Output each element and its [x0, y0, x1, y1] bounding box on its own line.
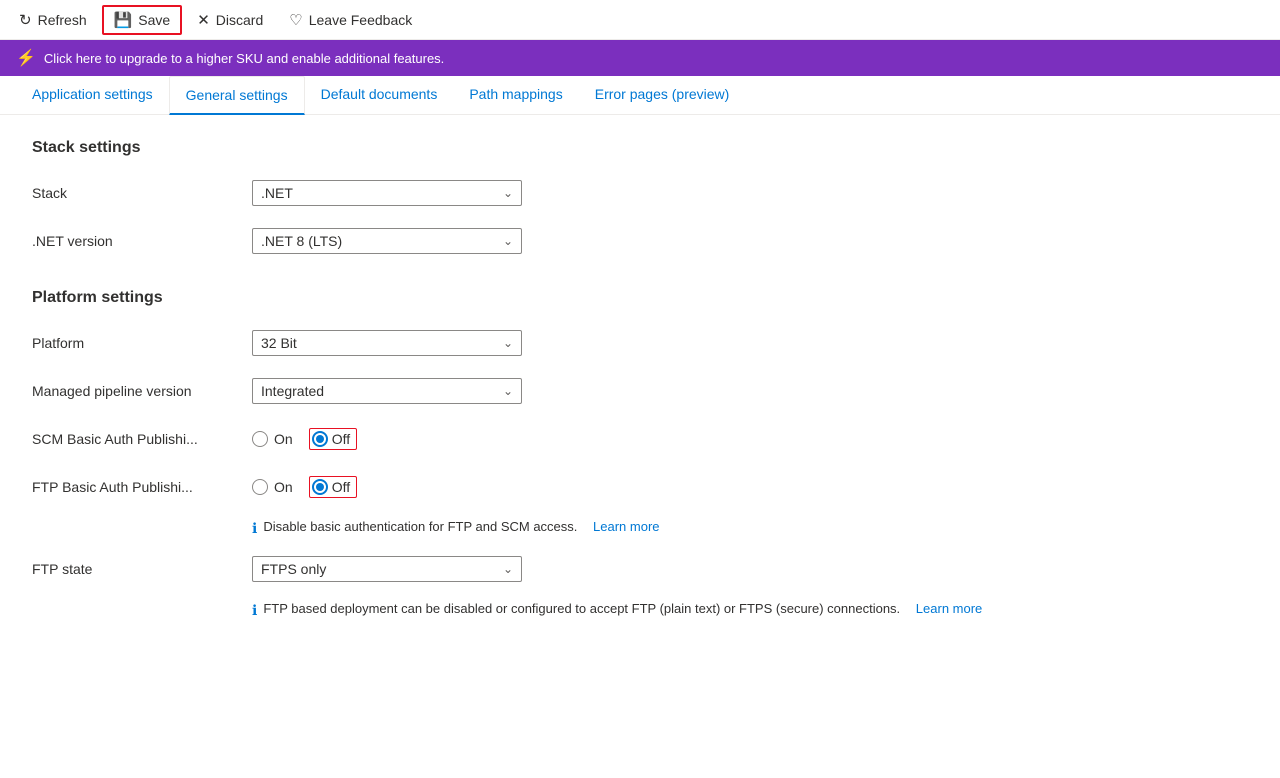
net-version-row: .NET version .NET 8 (LTS) ⌄ [32, 225, 1008, 257]
ftp-basic-auth-radio-group: On Off [252, 476, 357, 498]
platform-select[interactable]: 32 Bit ⌄ [252, 330, 522, 356]
tab-error-pages[interactable]: Error pages (preview) [579, 76, 746, 114]
scm-basic-auth-radio-group: On Off [252, 428, 357, 450]
info-icon: ℹ [252, 520, 257, 537]
ftp-learn-more-link[interactable]: Learn more [593, 519, 659, 534]
tab-default-documents[interactable]: Default documents [305, 76, 454, 114]
ftp-off-radio[interactable]: Off [309, 476, 357, 498]
save-icon: 💾 [114, 11, 133, 29]
net-version-control: .NET 8 (LTS) ⌄ [252, 228, 532, 254]
managed-pipeline-select[interactable]: Integrated ⌄ [252, 378, 522, 404]
ftp-state-row: FTP state FTPS only ⌄ [32, 553, 1008, 585]
managed-pipeline-row: Managed pipeline version Integrated ⌄ [32, 375, 1008, 407]
upgrade-banner[interactable]: ⚡ Click here to upgrade to a higher SKU … [0, 40, 1280, 76]
managed-pipeline-value: Integrated [261, 383, 324, 399]
save-button[interactable]: 💾 Save [102, 5, 183, 35]
scm-off-radio-input[interactable] [312, 431, 328, 447]
ftp-info-text: Disable basic authentication for FTP and… [263, 519, 577, 534]
ftp-state-control: FTPS only ⌄ [252, 556, 532, 582]
platform-settings-section: Platform settings Platform 32 Bit ⌄ Mana… [32, 289, 1008, 619]
save-label: Save [138, 12, 170, 28]
refresh-icon: ↻ [19, 11, 32, 29]
main-content: Stack settings Stack .NET ⌄ .NET version… [0, 115, 1040, 675]
chevron-down-icon: ⌄ [503, 336, 513, 350]
refresh-button[interactable]: ↻ Refresh [8, 6, 98, 34]
ftp-state-info-text: FTP based deployment can be disabled or … [263, 601, 900, 616]
ftp-on-label: On [274, 479, 293, 495]
tab-general-settings[interactable]: General settings [169, 76, 305, 115]
chevron-down-icon: ⌄ [503, 234, 513, 248]
scm-off-label: Off [332, 431, 350, 447]
tab-navigation: Application settings General settings De… [0, 76, 1280, 115]
scm-basic-auth-label: SCM Basic Auth Publishi... [32, 431, 252, 447]
ftp-state-learn-more-link[interactable]: Learn more [916, 601, 982, 616]
scm-on-radio[interactable]: On [252, 431, 293, 447]
banner-text: Click here to upgrade to a higher SKU an… [44, 51, 444, 66]
stack-select[interactable]: .NET ⌄ [252, 180, 522, 206]
ftp-off-radio-wrapper: Off [309, 476, 357, 498]
stack-control: .NET ⌄ [252, 180, 532, 206]
ftp-basic-auth-row: FTP Basic Auth Publishi... On Off [32, 471, 1008, 503]
managed-pipeline-label: Managed pipeline version [32, 383, 252, 399]
platform-label: Platform [32, 335, 252, 351]
platform-settings-header: Platform settings [32, 289, 1008, 307]
net-version-value: .NET 8 (LTS) [261, 233, 342, 249]
ftp-off-radio-input[interactable] [312, 479, 328, 495]
lightning-icon: ⚡ [16, 48, 36, 68]
ftp-on-radio[interactable]: On [252, 479, 293, 495]
ftp-info-row: ℹ Disable basic authentication for FTP a… [252, 519, 1008, 537]
ftp-basic-auth-label: FTP Basic Auth Publishi... [32, 479, 252, 495]
stack-settings-header: Stack settings [32, 139, 1008, 157]
scm-basic-auth-row: SCM Basic Auth Publishi... On Off [32, 423, 1008, 455]
platform-value: 32 Bit [261, 335, 297, 351]
stack-label: Stack [32, 185, 252, 201]
ftp-off-label: Off [332, 479, 350, 495]
chevron-down-icon: ⌄ [503, 186, 513, 200]
platform-control: 32 Bit ⌄ [252, 330, 532, 356]
tab-application-settings[interactable]: Application settings [16, 76, 169, 114]
feedback-label: Leave Feedback [309, 12, 413, 28]
platform-row: Platform 32 Bit ⌄ [32, 327, 1008, 359]
ftp-state-label: FTP state [32, 561, 252, 577]
info-icon: ℹ [252, 602, 257, 619]
stack-row: Stack .NET ⌄ [32, 177, 1008, 209]
stack-settings-section: Stack settings Stack .NET ⌄ .NET version… [32, 139, 1008, 257]
chevron-down-icon: ⌄ [503, 562, 513, 576]
scm-off-radio-wrapper: Off [309, 428, 357, 450]
scm-off-radio[interactable]: Off [309, 428, 357, 450]
chevron-down-icon: ⌄ [503, 384, 513, 398]
tab-path-mappings[interactable]: Path mappings [453, 76, 578, 114]
ftp-on-radio-input[interactable] [252, 479, 268, 495]
toolbar: ↻ Refresh 💾 Save ✕ Discard ♡ Leave Feedb… [0, 0, 1280, 40]
feedback-button[interactable]: ♡ Leave Feedback [278, 6, 423, 34]
feedback-icon: ♡ [289, 11, 302, 29]
net-version-label: .NET version [32, 233, 252, 249]
ftp-state-value: FTPS only [261, 561, 326, 577]
discard-button[interactable]: ✕ Discard [186, 6, 274, 34]
ftp-state-info-row: ℹ FTP based deployment can be disabled o… [252, 601, 1008, 619]
net-version-select[interactable]: .NET 8 (LTS) ⌄ [252, 228, 522, 254]
stack-value: .NET [261, 185, 293, 201]
refresh-label: Refresh [38, 12, 87, 28]
discard-icon: ✕ [197, 11, 210, 29]
scm-on-radio-input[interactable] [252, 431, 268, 447]
managed-pipeline-control: Integrated ⌄ [252, 378, 532, 404]
ftp-state-select[interactable]: FTPS only ⌄ [252, 556, 522, 582]
discard-label: Discard [216, 12, 263, 28]
scm-on-label: On [274, 431, 293, 447]
